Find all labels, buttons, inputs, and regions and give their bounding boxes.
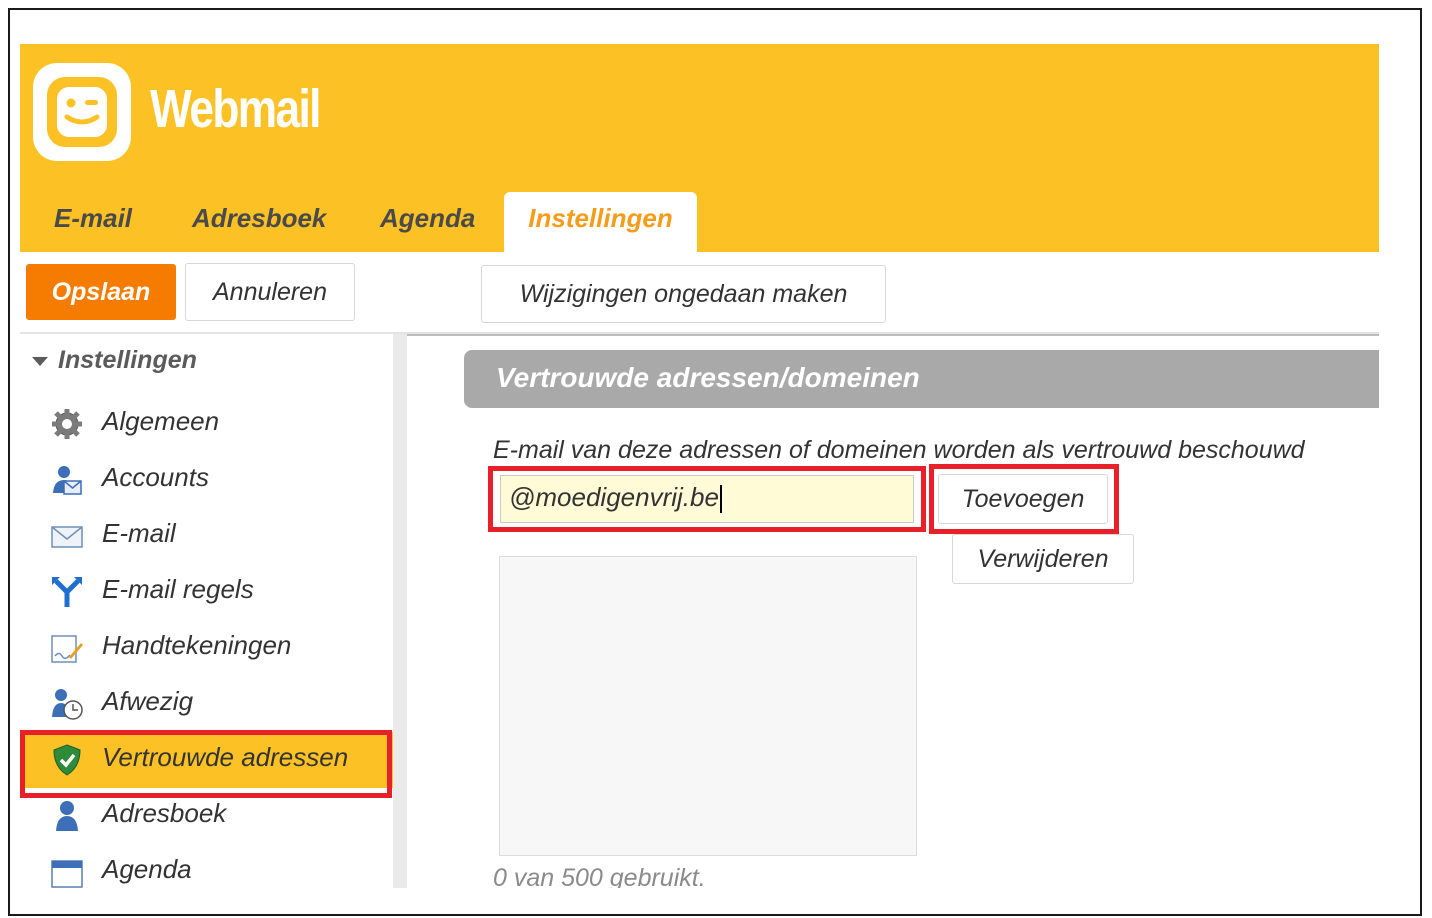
sidebar-item-email[interactable]: E-mail: [20, 508, 393, 564]
sidebar-item-adresboek[interactable]: Adresboek: [20, 788, 393, 844]
sidebar-item-label: Afwezig: [102, 686, 194, 716]
add-button[interactable]: Toevoegen: [938, 474, 1108, 524]
signature-icon: [51, 635, 83, 663]
sidebar-section-toggle[interactable]: Instellingen: [32, 346, 197, 375]
logo-icon: [33, 63, 131, 161]
remove-button[interactable]: Verwijderen: [952, 534, 1134, 584]
toolbar: Opslaan Annuleren Wijzigingen ongedaan m…: [20, 252, 1379, 334]
sidebar-item-vertrouwde-adressen[interactable]: Vertrouwde adressen: [20, 732, 393, 788]
sidebar-header: Instellingen: [58, 346, 197, 374]
accounts-icon: [53, 466, 82, 495]
sidebar-item-label: Adresboek: [102, 798, 227, 828]
shield-icon: [53, 744, 81, 776]
sidebar-item-label: E-mail regels: [102, 574, 254, 604]
sidebar-item-agenda[interactable]: Agenda: [20, 844, 393, 888]
add-button-highlight: Toevoegen: [929, 464, 1119, 534]
text-cursor: [719, 485, 722, 514]
section-title: Vertrouwde adressen/domeinen: [496, 362, 920, 393]
envelope-icon: [51, 526, 83, 548]
section-description: E-mail van deze adressen of domeinen wor…: [493, 436, 1305, 464]
settings-content: Vertrouwde adressen/domeinen E-mail van …: [407, 334, 1379, 888]
sidebar-item-accounts[interactable]: Accounts: [20, 452, 393, 508]
tab-email[interactable]: E-mail: [54, 192, 132, 252]
collapse-triangle-icon: [32, 356, 48, 366]
address-input-value: @moedigenvrij.be: [509, 482, 719, 512]
tab-instellingen[interactable]: Instellingen: [504, 192, 697, 252]
sidebar-splitter[interactable]: [393, 334, 407, 888]
gear-icon: [52, 409, 82, 439]
save-button[interactable]: Opslaan: [26, 264, 176, 320]
sidebar-item-handtekeningen[interactable]: Handtekeningen: [20, 620, 393, 676]
tab-agenda[interactable]: Agenda: [380, 192, 475, 252]
app-title: Webmail: [150, 79, 321, 139]
sidebar-item-label: E-mail: [102, 518, 176, 548]
usage-counter: 0 van 500 gebruikt.: [493, 864, 706, 888]
app-header: Webmail E-mail Adresboek Agenda Instelli…: [20, 44, 1379, 252]
sidebar-item-label: Algemeen: [102, 406, 220, 436]
sidebar-item-email-regels[interactable]: E-mail regels: [20, 564, 393, 620]
sidebar-item-label: Accounts: [102, 462, 209, 492]
mail-rules-icon: [52, 577, 82, 607]
sidebar-item-label: Agenda: [102, 854, 192, 884]
away-icon: [52, 689, 83, 720]
section-header: Vertrouwde adressen/domeinen: [464, 350, 1379, 408]
sidebar-item-label: Handtekeningen: [102, 630, 292, 660]
calendar-icon: [51, 860, 83, 888]
settings-sidebar: Instellingen Algemeen Accounts E-mail E-…: [20, 334, 393, 888]
tab-adresboek[interactable]: Adresboek: [192, 192, 326, 252]
input-highlight: @moedigenvrij.be: [488, 466, 926, 532]
webmail-window: Webmail E-mail Adresboek Agenda Instelli…: [20, 44, 1379, 888]
sidebar-item-afwezig[interactable]: Afwezig: [20, 676, 393, 732]
sidebar-item-algemeen[interactable]: Algemeen: [20, 396, 393, 452]
trusted-addresses-list[interactable]: [499, 556, 917, 856]
sidebar-item-label: Vertrouwde adressen: [102, 742, 349, 772]
cancel-button[interactable]: Annuleren: [185, 263, 355, 321]
undo-changes-button[interactable]: Wijzigingen ongedaan maken: [481, 265, 886, 323]
contact-icon: [56, 801, 78, 831]
address-input[interactable]: @moedigenvrij.be: [500, 475, 914, 523]
